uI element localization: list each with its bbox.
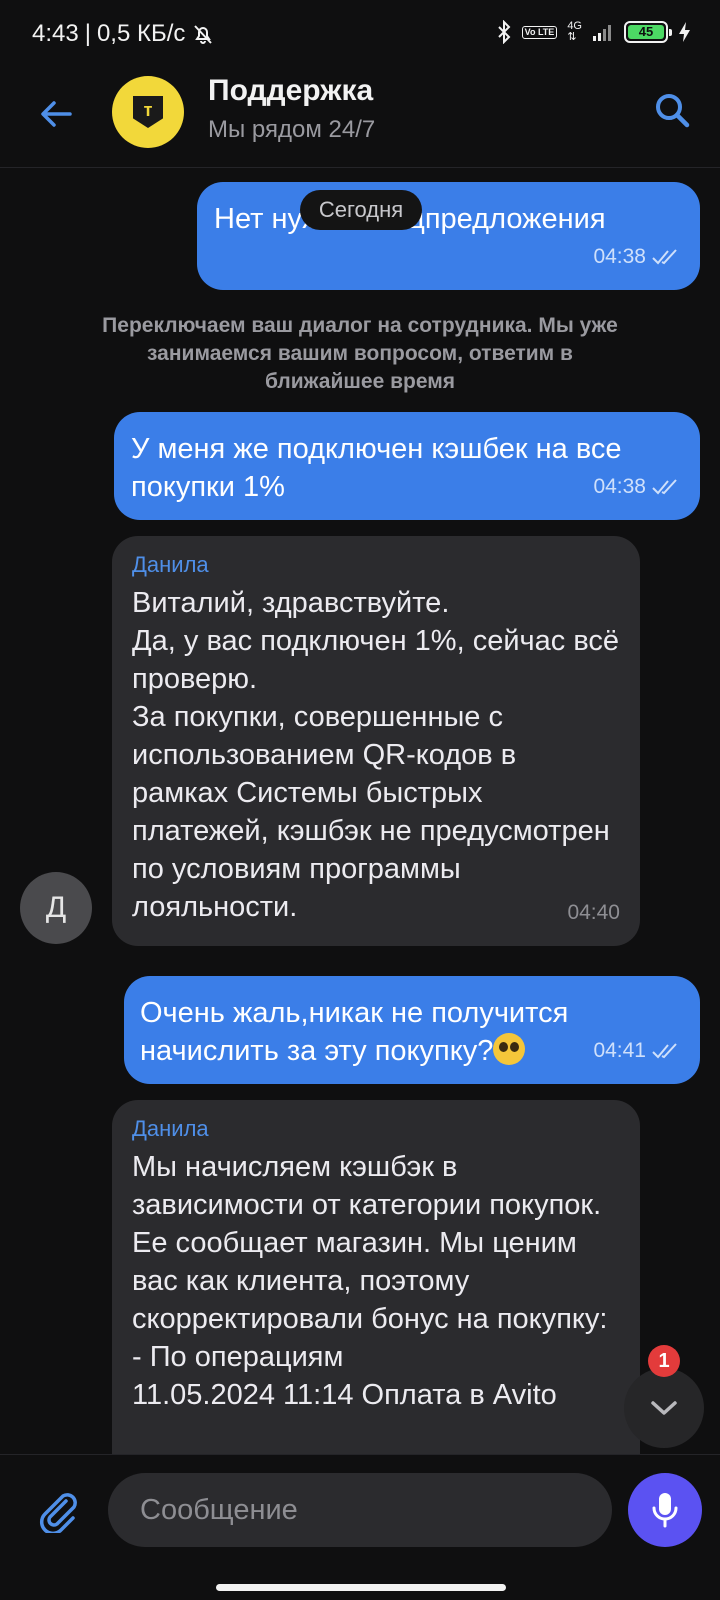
bell-off-icon bbox=[194, 25, 213, 44]
microphone-icon bbox=[652, 1493, 678, 1528]
message-author[interactable]: Данила bbox=[132, 1116, 620, 1142]
status-separator: | bbox=[84, 20, 91, 47]
pleading-face-emoji bbox=[493, 1033, 526, 1065]
message-text: Виталий, здравствуйте. Да, у вас подключ… bbox=[132, 587, 620, 923]
message-time: 04:41 bbox=[593, 1039, 646, 1062]
search-icon[interactable] bbox=[652, 90, 692, 130]
chat-subtitle: Мы рядом 24/7 bbox=[208, 116, 376, 143]
message-meta: 04:41 bbox=[593, 1032, 680, 1070]
charging-icon bbox=[679, 22, 690, 42]
double-check-icon bbox=[652, 249, 677, 265]
chat-header: т Поддержка Мы рядом 24/7 bbox=[0, 72, 720, 168]
unread-badge: 1 bbox=[648, 1345, 680, 1377]
message-bubble[interactable]: У меня же подключен кэшбек на все покупк… bbox=[114, 412, 700, 520]
message-composer bbox=[0, 1454, 720, 1600]
message-text: Мы начисляем кэшбэк в зависимости от кат… bbox=[132, 1151, 608, 1411]
system-message: Переключаем ваш диалог на сотрудника. Мы… bbox=[102, 314, 618, 393]
paperclip-icon[interactable] bbox=[36, 1489, 80, 1533]
message-meta: 04:40 bbox=[567, 894, 620, 932]
status-left: 4:43 | 0,5 КБ/с bbox=[32, 20, 215, 48]
message-bubble[interactable]: Нет нужно спецпредложения 04:38 bbox=[197, 182, 700, 290]
microphone-button[interactable] bbox=[628, 1473, 702, 1547]
message-meta: 04:38 bbox=[593, 238, 680, 276]
chevron-down-icon bbox=[651, 1401, 677, 1415]
message-meta: 04:38 bbox=[593, 468, 680, 506]
battery-indicator: 45 bbox=[624, 21, 672, 43]
network-speed: 0,5 КБ/с bbox=[96, 20, 186, 47]
message-input[interactable] bbox=[108, 1473, 612, 1547]
network-type: 4G ⇅ bbox=[567, 21, 582, 43]
bank-logo: т bbox=[133, 96, 163, 128]
date-separator: Сегодня bbox=[300, 190, 422, 230]
sender-avatar[interactable]: Д bbox=[20, 872, 92, 944]
message-text: Нет нужно спецпредложения bbox=[214, 203, 606, 235]
status-right: Vo LTE 4G ⇅ 45 bbox=[496, 20, 692, 44]
back-arrow-icon[interactable] bbox=[36, 94, 76, 134]
message-time: 04:40 bbox=[567, 901, 620, 924]
message-author[interactable]: Данила bbox=[132, 552, 620, 578]
message-time: 04:38 bbox=[593, 475, 646, 498]
message-bubble[interactable]: Данила Мы начисляем кэшбэк в зависимости… bbox=[112, 1100, 640, 1500]
chat-title[interactable]: Поддержка bbox=[208, 74, 373, 108]
double-check-icon bbox=[652, 479, 677, 495]
message-time: 04:38 bbox=[593, 245, 646, 268]
volte-indicator: Vo LTE bbox=[521, 25, 558, 39]
data-arrows: ⇅ bbox=[567, 31, 577, 43]
bluetooth-icon bbox=[497, 20, 511, 44]
message-bubble[interactable]: Данила Виталий, здравствуйте. Да, у вас … bbox=[112, 536, 640, 946]
chat-avatar[interactable]: т bbox=[112, 76, 184, 148]
status-bar: 4:43 | 0,5 КБ/с Vo LTE 4G ⇅ 45 bbox=[0, 0, 720, 72]
message-bubble[interactable]: Очень жаль,никак не получится начислить … bbox=[124, 976, 700, 1084]
chat-screen: 4:43 | 0,5 КБ/с Vo LTE 4G ⇅ 45 т Поддерж… bbox=[0, 0, 720, 1600]
status-time: 4:43 bbox=[32, 20, 79, 47]
scroll-down-button[interactable] bbox=[624, 1368, 704, 1448]
home-indicator[interactable] bbox=[216, 1584, 506, 1591]
bank-logo-letter: т bbox=[143, 100, 153, 120]
signal-icon bbox=[593, 25, 611, 41]
battery-level: 45 bbox=[628, 25, 664, 39]
double-check-icon bbox=[652, 1043, 677, 1059]
